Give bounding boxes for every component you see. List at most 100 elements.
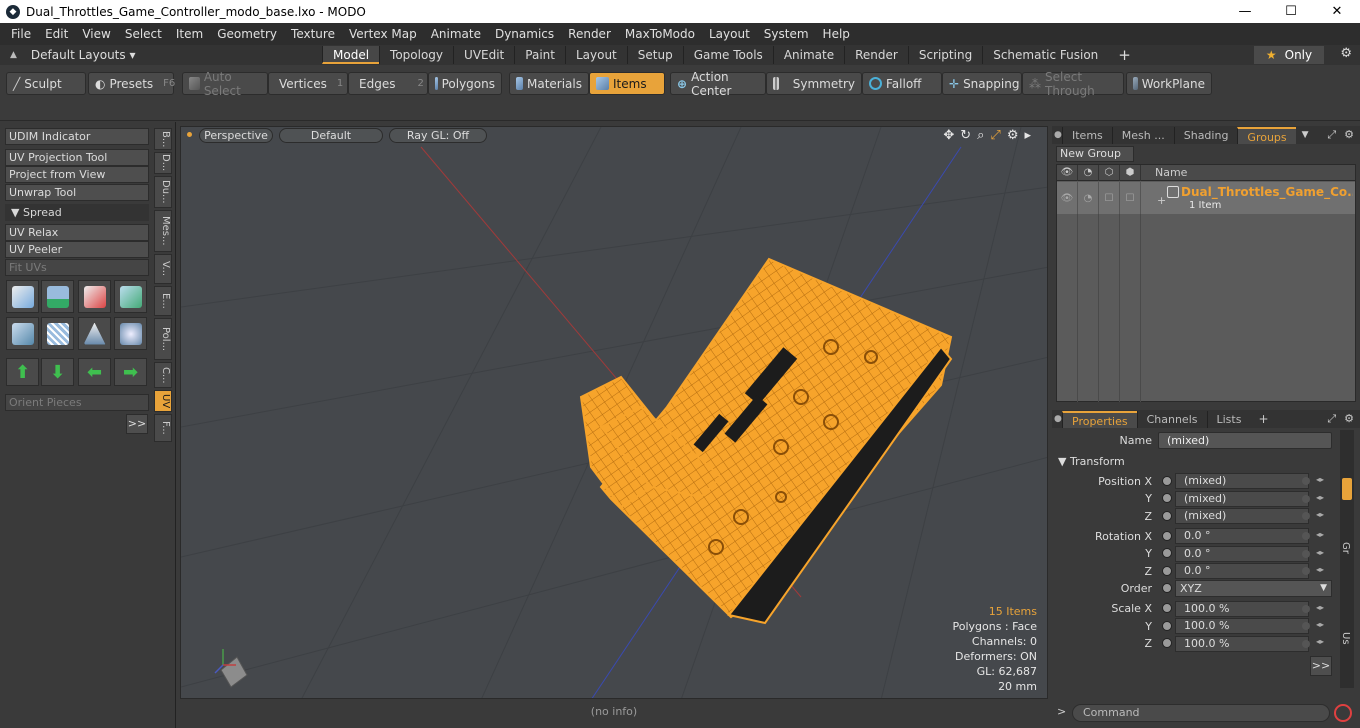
scale-x-stepper[interactable]: ◂▸: [1316, 603, 1324, 612]
tab-schematic-fusion[interactable]: Schematic Fusion: [982, 46, 1108, 64]
side-tab-us[interactable]: Us: [1340, 632, 1351, 645]
close-button[interactable]: ✕: [1314, 0, 1360, 23]
symmetry-button[interactable]: Symmetry: [766, 72, 862, 95]
items-button[interactable]: Items: [589, 72, 665, 95]
uv-pyramid-tool-tile[interactable]: [78, 317, 111, 350]
scale-y-keyframe[interactable]: [1302, 622, 1310, 630]
tab-properties[interactable]: Properties: [1062, 410, 1137, 428]
gear-icon[interactable]: ⚙: [1340, 46, 1352, 61]
workplane-button[interactable]: WorkPlane: [1126, 72, 1212, 95]
scale-z-keyframe[interactable]: [1302, 640, 1310, 648]
default-layouts-dropdown[interactable]: Default Layouts ▾: [31, 48, 136, 62]
polygons-button[interactable]: Polygons: [428, 72, 502, 95]
new-group-button[interactable]: New Group: [1056, 146, 1134, 162]
rotation-x-radio[interactable]: [1162, 531, 1172, 541]
add-tab-icon[interactable]: +: [1108, 46, 1141, 64]
scale-x-field[interactable]: 100.0 %: [1175, 601, 1309, 617]
rotation-x-keyframe[interactable]: [1302, 532, 1310, 540]
move-left-tile[interactable]: ⬅: [78, 358, 111, 386]
tab-uvedit[interactable]: UVEdit: [453, 46, 514, 64]
position-z-field[interactable]: (mixed): [1175, 508, 1309, 524]
tab-dropdown-icon[interactable]: ▼: [1296, 130, 1309, 140]
uv-relax-button[interactable]: UV Relax: [5, 224, 149, 241]
uv-transform-tool-tile[interactable]: [6, 280, 39, 313]
scale-z-stepper[interactable]: ◂▸: [1316, 637, 1324, 646]
position-y-field[interactable]: (mixed): [1175, 491, 1309, 507]
tab-scripting[interactable]: Scripting: [907, 46, 982, 64]
menu-vertex-map[interactable]: Vertex Map: [342, 27, 424, 41]
edges-button[interactable]: Edges 2: [348, 72, 428, 95]
position-x-keyframe[interactable]: [1302, 477, 1310, 485]
move-right-tile[interactable]: ➡: [114, 358, 147, 386]
scale-x-keyframe[interactable]: [1302, 605, 1310, 613]
order-radio[interactable]: [1162, 583, 1172, 593]
action-center-button[interactable]: ⊕ Action Center: [670, 70, 766, 98]
spread-section[interactable]: ▼ Spread: [5, 204, 149, 221]
tab-channels[interactable]: Channels: [1136, 410, 1207, 428]
expand-plus-icon[interactable]: +: [1157, 194, 1166, 207]
vtab-pol[interactable]: Pol...: [154, 318, 172, 360]
maximize-panel-icon[interactable]: ⤢: [1327, 128, 1336, 142]
uv-peeler-button[interactable]: UV Peeler: [5, 241, 149, 258]
maximize-button[interactable]: ☐: [1268, 0, 1314, 23]
orient-pieces-button[interactable]: Orient Pieces: [5, 394, 149, 411]
prop-gear-icon[interactable]: ⚙: [1344, 412, 1354, 426]
name-field[interactable]: (mixed): [1158, 432, 1332, 449]
select-through-button[interactable]: ⁂ Select Through: [1022, 70, 1124, 98]
tab-model[interactable]: Model: [322, 46, 380, 64]
only-toggle[interactable]: ★ Only: [1254, 46, 1324, 64]
minimize-button[interactable]: —: [1222, 0, 1268, 23]
rotation-x-field[interactable]: 0.0 °: [1175, 528, 1309, 544]
move-up-tile[interactable]: ⬆: [6, 358, 39, 386]
materials-button[interactable]: Materials: [509, 72, 589, 95]
sculpt-button[interactable]: ╱ Sculpt: [6, 72, 86, 95]
pan-icon[interactable]: ✥: [943, 128, 954, 143]
rotation-z-keyframe[interactable]: [1302, 567, 1310, 575]
rotation-y-keyframe[interactable]: [1302, 550, 1310, 558]
viewport-settings-icon[interactable]: ⚙: [1007, 128, 1019, 143]
auto-select-button[interactable]: Auto Select: [182, 70, 268, 98]
position-x-stepper[interactable]: ◂▸: [1316, 475, 1324, 484]
scale-z-radio[interactable]: [1162, 638, 1172, 648]
menu-maxtomodo[interactable]: MaxToModo: [618, 27, 702, 41]
zoom-icon[interactable]: ⌕: [977, 128, 984, 143]
tab-items[interactable]: Items: [1062, 126, 1112, 144]
menu-layout[interactable]: Layout: [702, 27, 757, 41]
scrollbar-thumb[interactable]: [1342, 478, 1352, 500]
menu-help[interactable]: Help: [816, 27, 857, 41]
scale-y-field[interactable]: 100.0 %: [1175, 618, 1309, 634]
lock-col-icon[interactable]: ◔: [1078, 164, 1099, 181]
scale-y-stepper[interactable]: ◂▸: [1316, 620, 1324, 629]
position-z-keyframe[interactable]: [1302, 512, 1310, 520]
position-x-radio[interactable]: [1162, 476, 1172, 486]
vtab-f[interactable]: F...: [154, 414, 172, 442]
menu-select[interactable]: Select: [118, 27, 169, 41]
tab-shading[interactable]: Shading: [1173, 126, 1238, 144]
vtab-e[interactable]: E...: [154, 286, 172, 316]
menu-file[interactable]: File: [4, 27, 38, 41]
udim-indicator-button[interactable]: UDIM Indicator: [5, 128, 149, 145]
add-prop-tab-icon[interactable]: +: [1250, 412, 1268, 426]
menu-animate[interactable]: Animate: [424, 27, 488, 41]
uv-rotate-tool-tile[interactable]: [41, 280, 74, 313]
scale-z-field[interactable]: 100.0 %: [1175, 636, 1309, 652]
project-from-view-button[interactable]: Project from View: [5, 166, 149, 183]
rotation-z-stepper[interactable]: ◂▸: [1316, 565, 1324, 574]
maximize-prop-icon[interactable]: ⤢: [1327, 412, 1336, 426]
move-down-tile[interactable]: ⬇: [41, 358, 74, 386]
position-y-stepper[interactable]: ◂▸: [1316, 493, 1324, 502]
tab-topology[interactable]: Topology: [379, 46, 453, 64]
fit-uvs-button[interactable]: Fit UVs: [5, 259, 149, 276]
tab-mesh[interactable]: Mesh ...: [1111, 126, 1174, 144]
command-input[interactable]: Command: [1072, 704, 1330, 722]
position-x-field[interactable]: (mixed): [1175, 473, 1309, 489]
scale-x-radio[interactable]: [1162, 603, 1172, 613]
properties-scrollbar[interactable]: [1340, 430, 1354, 688]
uv-box-tool-tile[interactable]: [114, 280, 147, 313]
order-select[interactable]: XYZ ▼: [1175, 580, 1332, 597]
rotation-x-stepper[interactable]: ◂▸: [1316, 530, 1324, 539]
tab-render[interactable]: Render: [844, 46, 908, 64]
menu-item[interactable]: Item: [169, 27, 210, 41]
scale-y-radio[interactable]: [1162, 621, 1172, 631]
menu-texture[interactable]: Texture: [284, 27, 342, 41]
